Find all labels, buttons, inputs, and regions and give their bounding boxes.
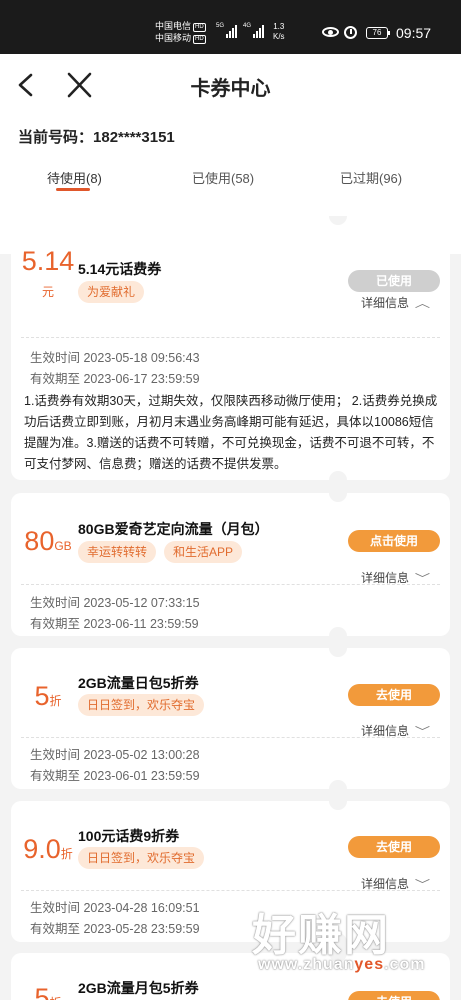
coupon-value: 5折	[19, 983, 77, 1000]
use-button[interactable]: 去使用	[348, 684, 440, 706]
card-notch	[329, 801, 347, 810]
net-speed-unit: K/s	[273, 32, 285, 41]
coupon-title: 5.14元话费券	[78, 261, 162, 277]
coupon-card: 5.14 元 5.14元话费券 为爱献礼 已使用 详细信息 ︿ 生效时间 2023…	[11, 216, 450, 480]
coupon-value: 5折	[19, 681, 77, 712]
eye-comfort-icon	[322, 27, 339, 37]
page-title: 卡券中心	[190, 78, 271, 100]
coupon-tag: 为爱献礼	[78, 281, 145, 303]
hd-badge-2: HD	[193, 35, 206, 44]
detail-toggle[interactable]: 详细信息 ︿	[360, 294, 431, 311]
expire-time: 有效期至 2023-06-11 23:59:59	[30, 617, 199, 631]
coupon-tags: 日日签到，欢乐夺宝	[78, 847, 205, 869]
coupon-title: 100元话费9折券	[78, 828, 180, 844]
current-number-label: 当前号码：	[18, 129, 94, 146]
tab-used[interactable]: 已使用(58)	[192, 168, 254, 187]
coupon-value-number: 9.0	[23, 834, 61, 864]
watermark-url-pre: www.zhuan	[258, 956, 355, 973]
start-time: 生效时间 2023-05-18 09:56:43	[30, 351, 200, 365]
coupon-value-unit: 折	[49, 694, 62, 708]
clock: 09:57	[396, 25, 432, 41]
tab-active-indicator	[56, 188, 90, 191]
signal-1-icon	[226, 24, 238, 38]
card-notch	[329, 780, 347, 789]
net-speed-value: 1.3	[273, 22, 285, 31]
coupon-tags: 为爱献礼	[78, 281, 145, 303]
coupon-card: 5折 2GB流量日包5折券 日日签到，欢乐夺宝 去使用 详细信息 ﹀ 生效时间 2…	[11, 648, 450, 789]
coupon-tags: 幸运转转转 和生活APP	[78, 541, 243, 563]
coupon-title: 2GB流量日包5折券	[78, 675, 199, 691]
use-button[interactable]: 去使用	[348, 991, 440, 1000]
detail-label: 详细信息	[360, 724, 409, 738]
watermark-url-highlight: yes	[354, 956, 385, 973]
carrier-2: 中国移动	[155, 33, 192, 43]
card-notch	[329, 216, 347, 225]
tab-pending[interactable]: 待使用(8)	[47, 168, 102, 187]
use-button[interactable]: 去使用	[348, 836, 440, 858]
net-speed: 1.3 K/s	[273, 22, 285, 42]
expire-time: 有效期至 2023-05-28 23:59:59	[30, 922, 200, 936]
signal-2-icon	[253, 24, 265, 38]
coupon-value-unit: GB	[54, 539, 72, 553]
watermark: 好赚网 www.zhuanyes.com	[252, 912, 425, 974]
expire-time: 有效期至 2023-06-17 23:59:59	[30, 372, 200, 386]
coupon-description: 1.话费券有效期30天，过期失效，仅限陕西移动微厅使用； 2.话费券兑换成功后话…	[24, 394, 438, 471]
network-4g-label: 4G	[243, 23, 252, 29]
card-notch	[329, 493, 347, 502]
coupon-title: 80GB爱奇艺定向流量（月包）	[78, 521, 269, 537]
watermark-url: www.zhuanyes.com	[258, 956, 425, 974]
divider	[21, 890, 440, 891]
divider	[21, 737, 440, 738]
coupon-tag: 日日签到，欢乐夺宝	[78, 847, 205, 869]
chevron-up-icon: ︿	[414, 298, 431, 310]
alarm-icon	[344, 26, 357, 39]
battery-icon: 76	[366, 27, 390, 39]
coupon-value-number: 80	[24, 526, 55, 556]
expire-time: 有效期至 2023-06-01 23:59:59	[30, 769, 200, 783]
coupon-value-unit: 元	[41, 285, 54, 299]
watermark-url-post: .com	[384, 956, 426, 973]
coupon-value-unit: 折	[50, 996, 62, 1000]
coupon-value-number: 5	[34, 983, 50, 1000]
start-time: 生效时间 2023-05-02 13:00:28	[30, 748, 200, 762]
current-number-value: 182****3151	[93, 129, 175, 146]
coupon-value-unit: 折	[60, 847, 73, 861]
network-5g-label: 5G	[216, 23, 225, 29]
coupon-tags: 日日签到，欢乐夺宝	[78, 694, 205, 716]
detail-label: 详细信息	[360, 296, 409, 310]
divider	[21, 584, 440, 585]
coupon-value: 5.14 元	[19, 246, 77, 300]
divider	[21, 337, 440, 338]
coupon-value-number: 5	[34, 681, 50, 711]
coupon-title: 2GB流量月包5折券	[78, 980, 199, 996]
carrier-info: 中国电信 HD 中国移动 HD	[155, 20, 206, 44]
watermark-text: 好赚网	[252, 911, 390, 960]
card-notch	[329, 648, 347, 657]
coupon-card: 80GB 80GB爱奇艺定向流量（月包） 幸运转转转 和生活APP 点击使用 详…	[11, 493, 450, 636]
status-bar: 中国电信 HD 中国移动 HD 5G 4G 1.3 K/s 76 09:57	[0, 0, 461, 54]
card-notch	[329, 627, 347, 636]
start-time: 生效时间 2023-05-12 07:33:15	[30, 596, 200, 610]
coupon-value: 9.0折	[19, 834, 77, 865]
current-number: 当前号码：182****3151	[18, 126, 175, 147]
coupon-tag: 幸运转转转	[78, 541, 157, 563]
start-time: 生效时间 2023-04-28 16:09:51	[30, 901, 200, 915]
use-now-button[interactable]: 点击使用	[348, 530, 440, 552]
used-button[interactable]: 已使用	[348, 270, 440, 292]
tab-expired[interactable]: 已过期(96)	[340, 168, 402, 187]
detail-label: 详细信息	[360, 571, 409, 585]
carrier-1: 中国电信	[155, 21, 192, 31]
coupon-tag: 日日签到，欢乐夺宝	[78, 694, 205, 716]
coupon-value-number: 5.14	[21, 246, 75, 276]
coupon-tag: 和生活APP	[164, 541, 243, 563]
detail-label: 详细信息	[360, 877, 409, 891]
hd-badge-1: HD	[193, 23, 206, 32]
coupon-value: 80GB	[19, 526, 77, 557]
